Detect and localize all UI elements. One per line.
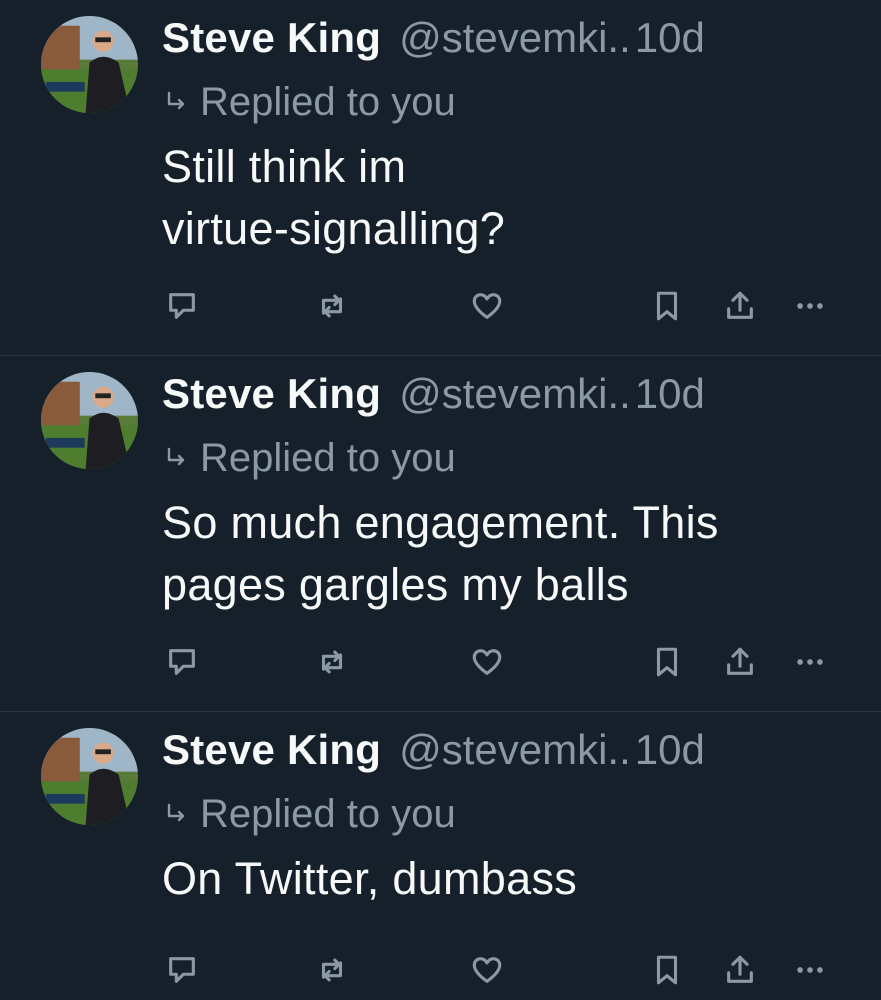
like-button[interactable] [467, 642, 507, 682]
avatar[interactable] [41, 372, 138, 469]
retweet-button[interactable] [312, 950, 352, 990]
more-icon [797, 967, 823, 973]
replied-indicator: Replied to you [162, 788, 851, 840]
tweet-text-line-1: So much engagement. This [162, 497, 719, 548]
action-bar [162, 286, 851, 326]
reply-button[interactable] [162, 286, 202, 326]
author-name[interactable]: Steve King [162, 726, 381, 774]
bookmark-icon [656, 955, 678, 985]
tweet-text: So much engagement. This pages gargles m… [162, 492, 851, 616]
timestamp[interactable]: 10d [635, 726, 705, 774]
bookmark-button[interactable] [647, 286, 687, 326]
author-name[interactable]: Steve King [162, 14, 381, 62]
author-handle[interactable]: @stevemki.. [399, 14, 631, 62]
tweet-text: On Twitter, dumbass [162, 853, 578, 904]
like-button[interactable] [467, 286, 507, 326]
share-button[interactable] [720, 950, 760, 990]
tweet[interactable]: Steve King @stevemki.. 10d Replied to yo… [0, 0, 881, 356]
like-button[interactable] [467, 950, 507, 990]
retweet-button[interactable] [312, 286, 352, 326]
replied-label: Replied to you [200, 79, 456, 124]
reply-icon [169, 649, 195, 675]
share-icon [727, 955, 753, 983]
avatar[interactable] [41, 16, 138, 113]
tweet[interactable]: Steve King @stevemki.. 10d Replied to yo… [0, 356, 881, 712]
share-button[interactable] [720, 286, 760, 326]
heart-icon [472, 957, 502, 983]
more-icon [797, 659, 823, 665]
share-icon [727, 291, 753, 319]
replied-label: Replied to you [200, 791, 456, 836]
more-icon [797, 303, 823, 309]
heart-icon [472, 293, 502, 319]
timestamp[interactable]: 10d [635, 370, 705, 418]
action-bar [162, 950, 851, 990]
action-bar [162, 642, 851, 682]
tweet-text: Still think im virtue-signalling? [162, 136, 851, 260]
replied-label: Replied to you [200, 435, 456, 480]
retweet-button[interactable] [312, 642, 352, 682]
retweet-icon [321, 294, 343, 318]
reply-arrow-icon [167, 447, 185, 466]
tweet-text-line-2: pages gargles my balls [162, 559, 629, 610]
bookmark-button[interactable] [647, 642, 687, 682]
reply-arrow-icon [167, 91, 185, 110]
author-handle[interactable]: @stevemki.. [399, 370, 631, 418]
author-name[interactable]: Steve King [162, 370, 381, 418]
tweet-text-line-1: Still think im [162, 141, 407, 192]
share-button[interactable] [720, 642, 760, 682]
timestamp[interactable]: 10d [635, 14, 705, 62]
reply-icon [169, 957, 195, 983]
avatar[interactable] [41, 728, 138, 825]
reply-button[interactable] [162, 950, 202, 990]
reply-button[interactable] [162, 642, 202, 682]
author-handle[interactable]: @stevemki.. [399, 726, 631, 774]
replied-indicator: Replied to you [162, 76, 851, 128]
heart-icon [472, 649, 502, 675]
tweet[interactable]: Steve King @stevemki.. 10d Replied to yo… [0, 712, 881, 1000]
retweet-icon [321, 650, 343, 674]
bookmark-icon [656, 291, 678, 321]
bookmark-button[interactable] [647, 950, 687, 990]
share-icon [727, 647, 753, 675]
replied-indicator: Replied to you [162, 432, 851, 484]
notification-feed: Steve King @stevemki.. 10d Replied to yo… [0, 0, 881, 1000]
more-button[interactable] [790, 286, 830, 326]
tweet-text-line-2: virtue-signalling? [162, 203, 506, 254]
more-button[interactable] [790, 950, 830, 990]
more-button[interactable] [790, 642, 830, 682]
bookmark-icon [656, 647, 678, 677]
reply-arrow-icon [167, 803, 185, 822]
retweet-icon [321, 958, 343, 982]
reply-icon [169, 293, 195, 319]
